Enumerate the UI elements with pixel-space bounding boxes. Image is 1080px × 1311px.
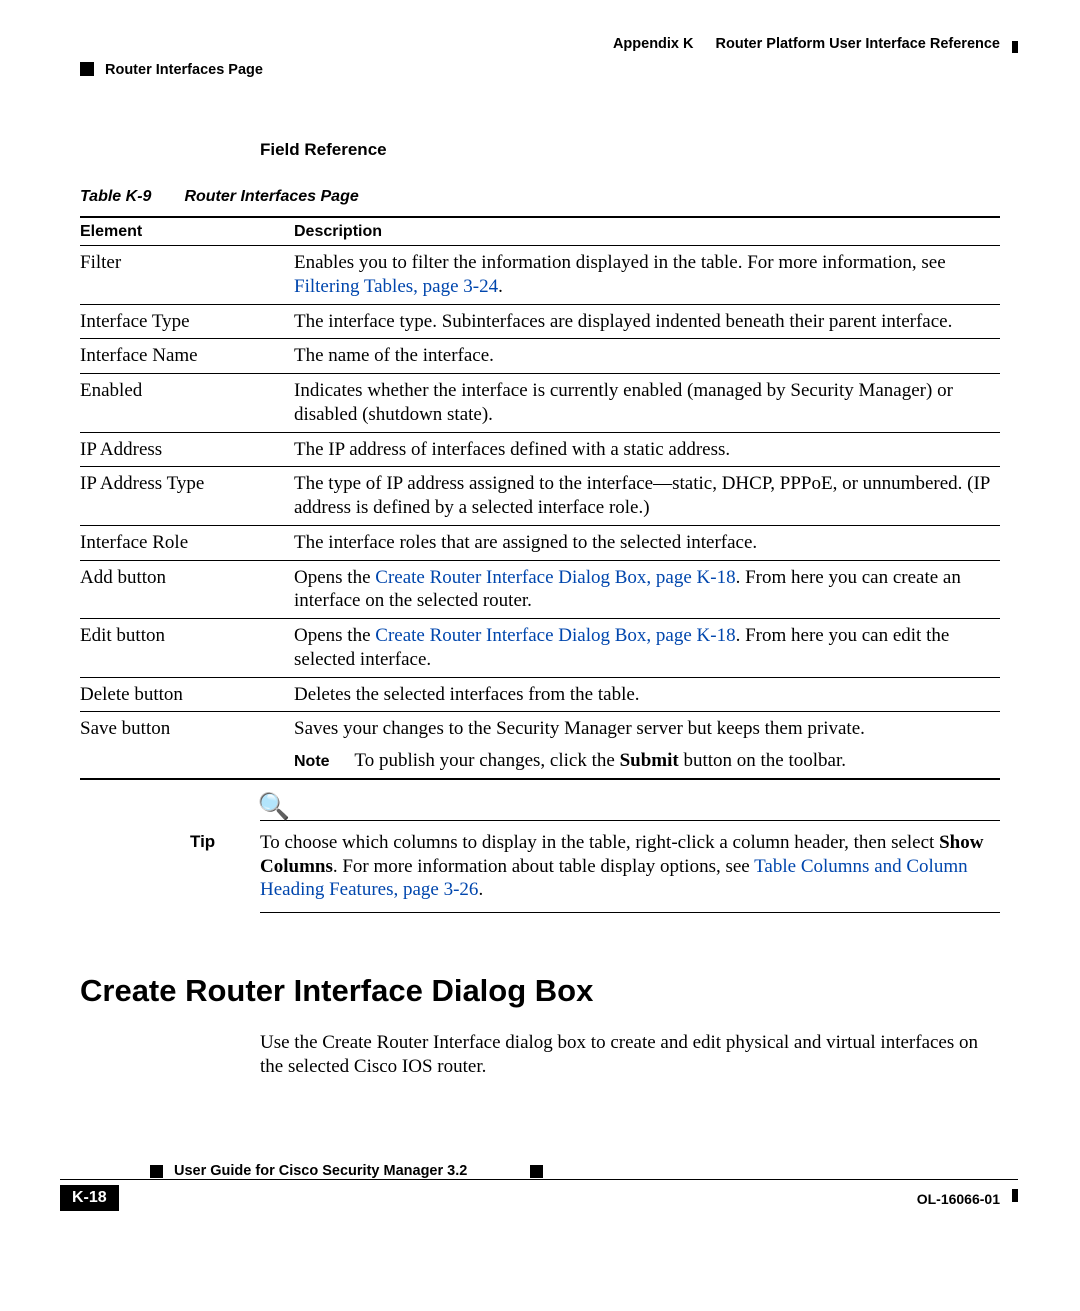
table-title: Router Interfaces Page xyxy=(184,188,358,205)
header-chapter-title: Router Platform User Interface Reference xyxy=(716,36,1000,52)
cell-description: Deletes the selected interfaces from the… xyxy=(294,677,1000,712)
cell-description: Indicates whether the interface is curre… xyxy=(294,374,1000,433)
cell-description: Enables you to filter the information di… xyxy=(294,246,1000,305)
cell-element: Enabled xyxy=(80,374,294,433)
cell-description: Opens the Create Router Interface Dialog… xyxy=(294,560,1000,619)
table-row: IP Address The IP address of interfaces … xyxy=(80,432,1000,467)
body-paragraph: Use the Create Router Interface dialog b… xyxy=(260,1031,1000,1080)
table-row: Delete button Deletes the selected inter… xyxy=(80,677,1000,712)
table-row: Save button Saves your changes to the Se… xyxy=(80,712,1000,779)
table-row: Edit button Opens the Create Router Inte… xyxy=(80,619,1000,678)
table-row: Filter Enables you to filter the informa… xyxy=(80,246,1000,305)
table-row: Interface Type The interface type. Subin… xyxy=(80,304,1000,339)
tip-icon: 🔎 xyxy=(258,792,290,822)
cell-element: Interface Role xyxy=(80,525,294,560)
xref-link[interactable]: Filtering Tables, page 3-24 xyxy=(294,276,498,297)
divider xyxy=(260,912,1000,913)
table-row: Enabled Indicates whether the interface … xyxy=(80,374,1000,433)
col-header-description: Description xyxy=(294,217,1000,246)
cell-element: Save button xyxy=(80,712,294,779)
xref-link[interactable]: Create Router Interface Dialog Box, page… xyxy=(375,625,735,646)
cell-description: Opens the Create Router Interface Dialog… xyxy=(294,619,1000,678)
cell-element: Interface Name xyxy=(80,339,294,374)
footer-bullet-icon xyxy=(530,1165,543,1178)
tip-block: 🔎 Tip To choose which columns to display… xyxy=(190,820,1000,913)
document-id: OL-16066-01 xyxy=(917,1191,1000,1207)
bold-word: Submit xyxy=(620,750,679,771)
table-row: IP Address Type The type of IP address a… xyxy=(80,467,1000,526)
cell-element: Delete button xyxy=(80,677,294,712)
header-right: Appendix K Router Platform User Interfac… xyxy=(613,36,1000,52)
cell-element: Add button xyxy=(80,560,294,619)
page-footer: User Guide for Cisco Security Manager 3.… xyxy=(60,1163,1018,1181)
note-label: Note xyxy=(294,752,350,772)
table-row: Interface Role The interface roles that … xyxy=(80,525,1000,560)
reference-table: Element Description Filter Enables you t… xyxy=(80,216,1000,780)
header-bullet-icon xyxy=(80,62,94,76)
table-row: Add button Opens the Create Router Inter… xyxy=(80,560,1000,619)
tip-label: Tip xyxy=(190,831,260,902)
cell-element: Edit button xyxy=(80,619,294,678)
page-number: K-18 xyxy=(60,1185,119,1211)
page: Appendix K Router Platform User Interfac… xyxy=(0,0,1080,1311)
cell-element: IP Address Type xyxy=(80,467,294,526)
footer-crop-mark-icon xyxy=(1012,1189,1018,1202)
xref-link[interactable]: Create Router Interface Dialog Box, page… xyxy=(375,567,735,588)
tip-text: To choose which columns to display in th… xyxy=(260,831,1000,902)
cell-description: Saves your changes to the Security Manag… xyxy=(294,712,1000,779)
footer-bullet-icon xyxy=(150,1165,163,1178)
header-appendix: Appendix K xyxy=(613,36,694,52)
header-section-name: Router Interfaces Page xyxy=(105,62,263,78)
table-caption: Table K-9 Router Interfaces Page xyxy=(80,188,1000,206)
header-crop-mark-icon xyxy=(1012,41,1018,53)
divider xyxy=(260,820,1000,821)
table-row: Interface Name The name of the interface… xyxy=(80,339,1000,374)
footer-guide-title: User Guide for Cisco Security Manager 3.… xyxy=(174,1163,467,1179)
col-header-element: Element xyxy=(80,217,294,246)
cell-description: The name of the interface. xyxy=(294,339,1000,374)
section-heading: Create Router Interface Dialog Box xyxy=(80,973,1000,1009)
note-line: Note To publish your changes, click the … xyxy=(294,749,996,773)
table-number: Table K-9 xyxy=(80,188,180,206)
divider xyxy=(60,1179,1018,1180)
cell-element: IP Address xyxy=(80,432,294,467)
content-area: Field Reference Table K-9 Router Interfa… xyxy=(80,140,1000,1080)
cell-description: The type of IP address assigned to the i… xyxy=(294,467,1000,526)
cell-description: The IP address of interfaces defined wit… xyxy=(294,432,1000,467)
cell-description: The interface roles that are assigned to… xyxy=(294,525,1000,560)
cell-element: Interface Type xyxy=(80,304,294,339)
field-reference-heading: Field Reference xyxy=(260,140,1000,160)
cell-element: Filter xyxy=(80,246,294,305)
cell-description: The interface type. Subinterfaces are di… xyxy=(294,304,1000,339)
